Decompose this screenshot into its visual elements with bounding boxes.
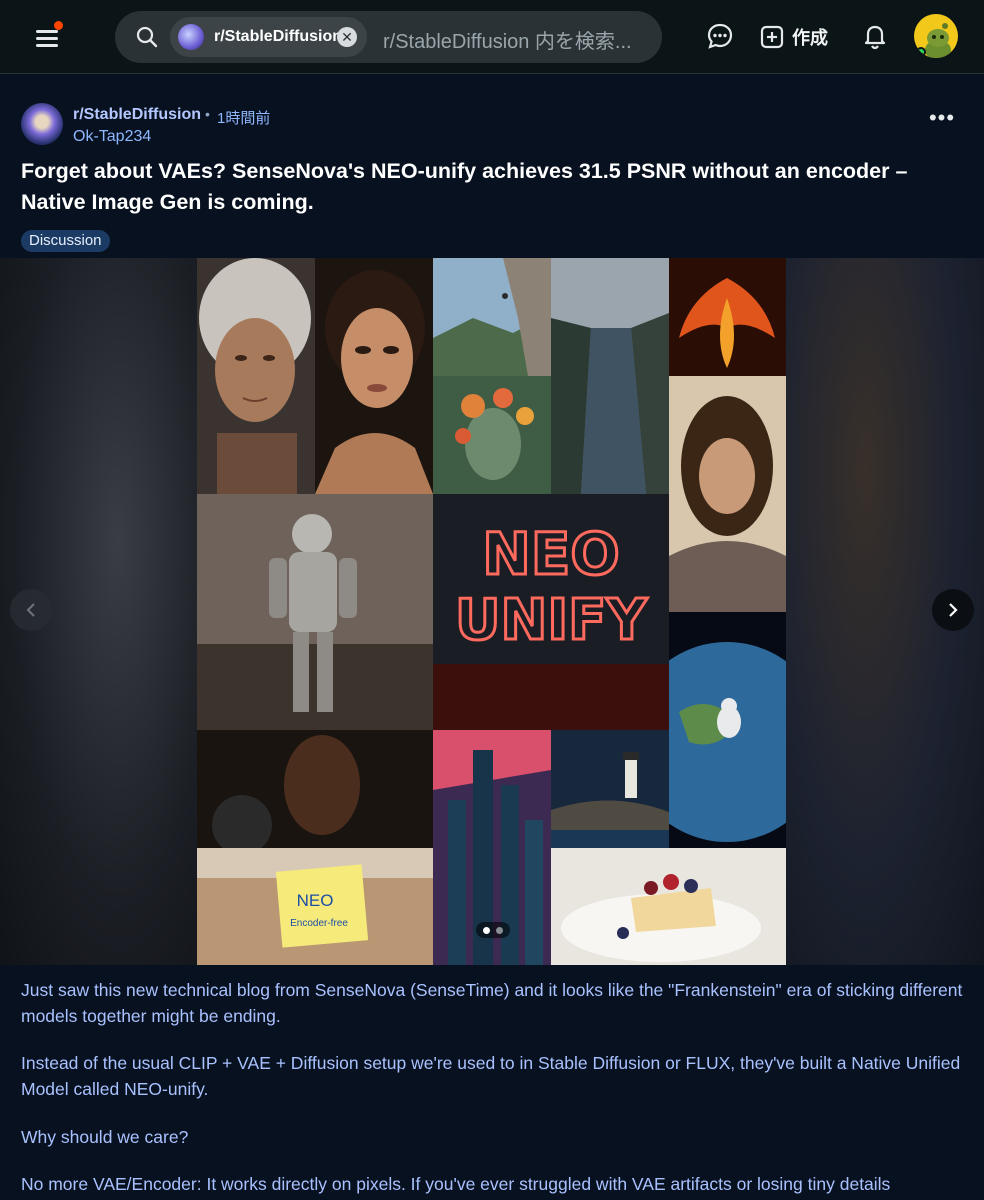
gallery-next-button[interactable] (932, 589, 974, 631)
more-options-button[interactable]: ••• (926, 107, 958, 138)
knight-armor-tile (197, 494, 433, 730)
search-icon (136, 26, 158, 48)
gallery-image[interactable]: NEO UNIFY NEO Encoder-free (197, 258, 786, 965)
sticky-note-text-line2: Encoder-free (290, 918, 348, 929)
search-chip-label: r/StableDiffusion (214, 28, 343, 45)
bell-icon[interactable] (860, 21, 890, 51)
close-icon[interactable]: ✕ (337, 27, 357, 47)
sticky-note-tile: NEO Encoder-free (197, 848, 433, 965)
neo-unify-neon-sign-tile: NEO UNIFY (433, 494, 669, 730)
search-bar[interactable]: r/StableDiffusion ✕ r/StableDiffusion 内を… (115, 11, 662, 63)
subreddit-search-chip[interactable]: r/StableDiffusion ✕ (170, 17, 367, 57)
pagination-dot-active[interactable] (483, 926, 490, 934)
post-flair[interactable]: Discussion (21, 230, 110, 252)
body-paragraph-4: No more VAE/Encoder: It works directly o… (21, 1174, 891, 1194)
chevron-left-icon (26, 603, 35, 617)
create-label: 作成 (792, 28, 828, 48)
body-paragraph-1: Just saw this new technical blog from Se… (21, 980, 963, 1026)
subreddit-name[interactable]: r/StableDiffusion (73, 106, 201, 124)
post-author[interactable]: Ok-Tap234 (73, 128, 151, 146)
cheesecake-tile (551, 848, 786, 965)
gallery-prev-button[interactable] (10, 589, 52, 631)
chat-icon[interactable] (705, 21, 735, 51)
gallery-pagination-dots (476, 922, 510, 938)
post-title[interactable]: Forget about VAEs? SenseNova's NEO-unify… (21, 156, 966, 218)
subreddit-avatar (178, 24, 204, 50)
flower-face-art-tile (433, 376, 551, 494)
body-paragraph-3: Why should we care? (21, 1127, 189, 1147)
subreddit-avatar[interactable] (21, 103, 63, 145)
post-time: 1時間前 (217, 110, 271, 127)
meta-separator: • (205, 106, 210, 122)
online-status-dot (916, 47, 926, 57)
pagination-dot[interactable] (496, 926, 503, 934)
old-woman-portrait-tile (197, 258, 315, 494)
search-placeholder[interactable]: r/StableDiffusion 内を検索... (383, 25, 632, 54)
chevron-right-icon (949, 603, 958, 617)
boxer-portrait-tile (197, 730, 433, 848)
user-avatar[interactable] (914, 14, 958, 58)
earth-astronaut-tile (669, 612, 786, 848)
top-bar: r/StableDiffusion ✕ r/StableDiffusion 内を… (0, 0, 984, 74)
phoenix-tile (669, 258, 786, 376)
neon-text-line1: NEO (482, 520, 619, 588)
neon-text-line2: UNIFY (455, 588, 648, 653)
sticky-note-text-line1: NEO (297, 891, 334, 910)
fjord-landscape-tile (551, 258, 669, 494)
create-button[interactable]: 作成 (760, 21, 828, 53)
body-paragraph-2: Instead of the usual CLIP + VAE + Diffus… (21, 1053, 961, 1099)
woman-makeup-portrait-tile (315, 258, 433, 494)
image-gallery[interactable]: NEO UNIFY NEO Encoder-free (0, 258, 984, 965)
lighthouse-night-tile (551, 730, 669, 848)
plus-icon (760, 25, 784, 49)
cliff-climber-tile (433, 258, 551, 376)
notification-dot (54, 21, 63, 30)
girl-sunset-portrait-tile (669, 376, 786, 612)
menu-button[interactable] (26, 20, 66, 56)
post-header: r/StableDiffusion • 1時間前 Ok-Tap234 ••• F… (0, 74, 984, 258)
post-body: Just saw this new technical blog from Se… (0, 965, 984, 1200)
